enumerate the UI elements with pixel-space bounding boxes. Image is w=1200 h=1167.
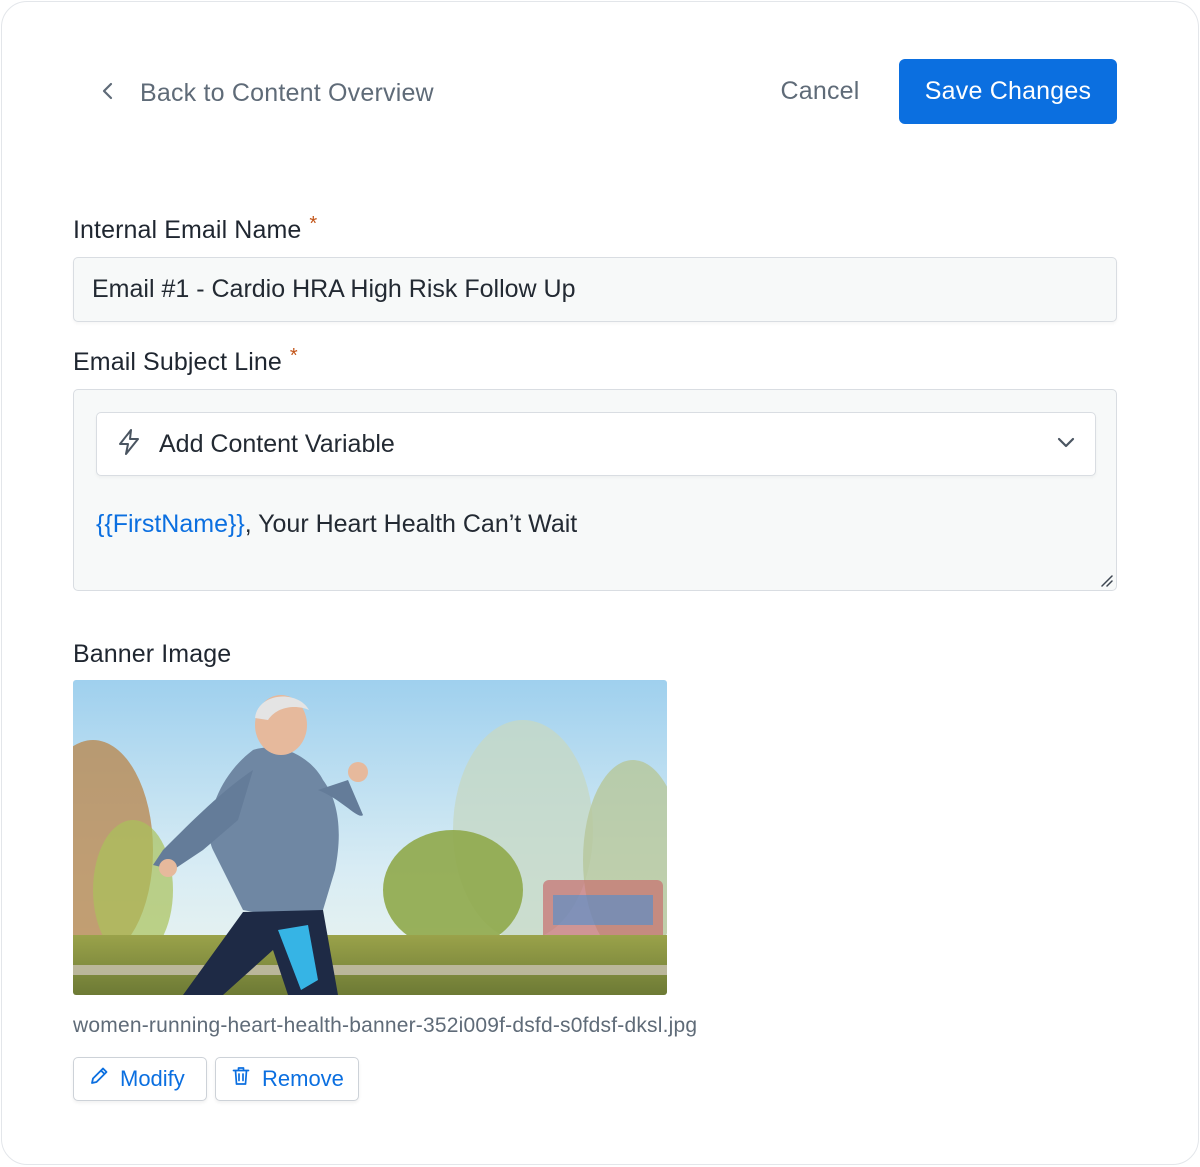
banner-image-label: Banner Image xyxy=(73,640,232,668)
resize-handle-icon[interactable] xyxy=(1099,573,1113,587)
trash-icon xyxy=(230,1065,252,1093)
banner-file-name: women-running-heart-health-banner-352i00… xyxy=(73,1014,698,1037)
subject-line-label: Email Subject Line * xyxy=(73,345,298,377)
cancel-button[interactable]: Cancel xyxy=(764,59,876,124)
subject-line-remainder: , Your Heart Health Can’t Wait xyxy=(244,510,578,538)
required-marker: * xyxy=(289,345,298,367)
remove-label: Remove xyxy=(262,1066,344,1091)
chevron-down-icon xyxy=(1055,431,1077,458)
modify-banner-button[interactable]: Modify xyxy=(73,1057,207,1101)
email-name-label: Internal Email Name * xyxy=(73,213,318,245)
first-name-variable-token[interactable]: {{FirstName}} xyxy=(96,510,245,538)
chevron-left-icon xyxy=(98,79,118,108)
lightning-bolt-icon xyxy=(115,428,159,461)
email-name-label-text: Internal Email Name xyxy=(73,216,302,244)
dropdown-label: Add Content Variable xyxy=(159,429,395,458)
back-link-label: Back to Content Overview xyxy=(140,78,434,107)
pencil-icon xyxy=(88,1065,110,1093)
modify-label: Modify xyxy=(120,1066,185,1091)
subject-line-editor[interactable]: Add Content Variable {{FirstName}}, Your… xyxy=(73,389,1117,591)
add-content-variable-dropdown[interactable]: Add Content Variable xyxy=(96,412,1096,476)
edit-email-card: Back to Content Overview Cancel Save Cha… xyxy=(1,1,1199,1165)
subject-line-label-text: Email Subject Line xyxy=(73,348,282,376)
subject-line-text[interactable]: {{FirstName}}, Your Heart Health Can’t W… xyxy=(96,510,577,539)
remove-banner-button[interactable]: Remove xyxy=(215,1057,359,1101)
required-marker: * xyxy=(309,213,318,235)
banner-image xyxy=(73,680,667,995)
save-changes-button[interactable]: Save Changes xyxy=(899,59,1117,124)
email-name-input[interactable] xyxy=(73,257,1117,322)
back-to-content-overview-link[interactable]: Back to Content Overview xyxy=(98,76,434,110)
